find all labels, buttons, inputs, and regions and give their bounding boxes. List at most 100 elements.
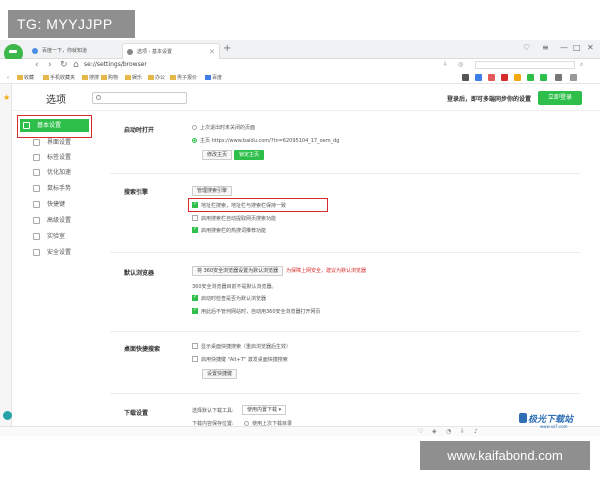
desktop-option-show[interactable]: 显示桌面快捷搜索（重启浏览器后生效）: [192, 343, 291, 351]
close-tab-icon[interactable]: ✕: [209, 44, 215, 60]
set-hotkey-button[interactable]: 设置快捷键: [202, 369, 238, 379]
bookmark-item[interactable]: 搜搜: [82, 74, 99, 82]
url-field[interactable]: se://settings/browser: [84, 60, 147, 70]
home-icon[interactable]: ⌂: [73, 59, 79, 71]
nav-item-gesture[interactable]: 鼠标手势: [30, 182, 100, 195]
extension-icon[interactable]: [527, 74, 534, 81]
extension-icon[interactable]: [555, 74, 562, 81]
nav-item-security[interactable]: 安全设置: [30, 246, 100, 259]
section-desktop-title: 桌面快捷搜索: [124, 346, 161, 353]
menu-icon[interactable]: ≡: [542, 43, 549, 52]
lock-homepage-button[interactable]: 锁定主页: [234, 150, 265, 160]
section-search-title: 搜索引擎: [124, 189, 149, 196]
section-divider: [110, 331, 580, 332]
gear-icon: [33, 217, 40, 224]
status-bar: [0, 426, 600, 436]
gear-icon: [127, 49, 133, 55]
default-browser-warning: 为保障上网安全，建议为默认浏览器: [286, 268, 367, 274]
bookmark-item[interactable]: 手机收藏夹: [43, 74, 75, 82]
radio-icon: [192, 125, 197, 130]
search-icon[interactable]: ⌕: [580, 60, 583, 70]
folder-icon: [101, 75, 107, 80]
settings-search-input[interactable]: [92, 92, 187, 104]
set-default-browser-button[interactable]: 将 360安全浏览器设置为默认浏览器: [192, 266, 284, 276]
rocket-icon: [33, 169, 40, 176]
toolbar-search-input[interactable]: [475, 61, 575, 69]
download-icon[interactable]: ⇩: [460, 428, 465, 435]
bookmark-item[interactable]: 娱乐: [125, 74, 142, 82]
radio-selected-icon: [192, 138, 197, 143]
nav-item-shortcuts[interactable]: 快捷键: [30, 198, 100, 211]
checkbox-icon: [192, 343, 198, 349]
back-icon[interactable]: ‹: [35, 59, 39, 71]
new-tab-icon[interactable]: +: [223, 43, 231, 54]
tab-settings[interactable]: 选项 - 基本设置 ✕: [122, 43, 220, 59]
bookmark-item[interactable]: 办公: [148, 74, 165, 82]
extension-icon[interactable]: [462, 74, 469, 81]
bookmark-item[interactable]: 收藏: [17, 74, 34, 82]
maximize-icon[interactable]: □: [573, 43, 581, 52]
highlight-box: [17, 115, 92, 138]
shield-icon[interactable]: ◈: [432, 428, 437, 435]
nav-item-speed[interactable]: 优化加速: [30, 166, 100, 179]
minimize-icon[interactable]: —: [560, 43, 568, 52]
checkbox-checked-icon: [192, 306, 198, 314]
download-tool-select[interactable]: 使用内置下载 ▾: [242, 405, 287, 415]
heart-icon[interactable]: ♡: [418, 428, 423, 435]
section-default-title: 默认浏览器: [124, 270, 155, 277]
sound-icon[interactable]: ♪: [474, 428, 478, 435]
section-startup-title: 启动时打开: [124, 127, 155, 134]
bookmark-item[interactable]: 男子报价: [170, 74, 197, 82]
refresh-icon[interactable]: ↻: [60, 59, 68, 71]
checkbox-icon: [192, 356, 198, 362]
search-option-hot[interactable]: 启用搜索栏的热搜词推荐功能: [192, 225, 266, 235]
download-tool-label: 选择默认下载工具:: [192, 408, 234, 414]
forward-icon[interactable]: ›: [48, 59, 52, 71]
nav-item-lab[interactable]: 实验室: [30, 230, 100, 243]
extension-icon[interactable]: [540, 74, 547, 81]
close-window-icon[interactable]: ✕: [587, 43, 594, 52]
skin-icon[interactable]: ♡: [523, 43, 530, 52]
manage-search-engines-button[interactable]: 管理搜索引擎: [192, 186, 233, 196]
flask-icon: [33, 233, 40, 240]
search-engine-icon[interactable]: ◎: [458, 60, 463, 70]
assistant-icon[interactable]: [3, 411, 12, 420]
nav-item-interface[interactable]: 界面设置: [30, 136, 100, 149]
startup-option-last[interactable]: 上次退出时未关闭的页面: [192, 124, 255, 132]
side-rail: [0, 84, 12, 426]
default-option-open[interactable]: 用此后不管何网站时，自动用360安全浏览器打开网页: [192, 306, 321, 316]
extension-icon[interactable]: [514, 74, 521, 81]
desktop-option-hotkey[interactable]: 启用快捷键 "Alt+T" 激发桌面快捷搜索: [192, 356, 288, 364]
bookmark-item[interactable]: 购物: [101, 74, 118, 82]
tab-baidu[interactable]: 百度一下，你就知道: [28, 43, 120, 59]
folder-icon: [170, 75, 176, 80]
tg-overlay-label: TG: MYYJJPP: [8, 10, 135, 38]
extension-icon[interactable]: [475, 74, 482, 81]
section-divider: [110, 252, 580, 253]
favorites-star-icon[interactable]: ★: [3, 93, 10, 102]
search-option-extract[interactable]: 启用搜索栏自动提取网页搜索功能: [192, 215, 276, 223]
section-divider: [110, 393, 580, 394]
speed-icon[interactable]: ◔: [446, 428, 451, 435]
mouse-icon: [33, 185, 40, 192]
extension-icon[interactable]: [488, 74, 495, 81]
login-button[interactable]: 立即登录: [538, 91, 582, 105]
nav-item-advanced[interactable]: 高级设置: [30, 214, 100, 227]
bookmark-arrow-icon[interactable]: ‹: [7, 74, 9, 82]
search-icon: [96, 95, 101, 100]
checkbox-icon: [192, 215, 198, 221]
download-icon[interactable]: ⇩: [443, 60, 448, 70]
folder-icon: [43, 75, 49, 80]
edit-homepage-button[interactable]: 修改主页: [202, 150, 233, 160]
section-divider: [110, 173, 580, 174]
extension-icon[interactable]: [501, 74, 508, 81]
nav-item-tabs[interactable]: 标签设置: [30, 151, 100, 164]
default-option-check[interactable]: 启动时检查是否为默认浏览器: [192, 293, 266, 303]
startup-option-home[interactable]: 主页 https://www.baidu.com/?tn=62095104_17…: [192, 137, 339, 145]
extension-icon[interactable]: [570, 74, 577, 81]
bookmark-item[interactable]: 百度: [205, 74, 222, 82]
highlight-box: [188, 198, 328, 212]
tab-icon: [33, 154, 40, 161]
shield-icon: [33, 249, 40, 256]
page-title: 选项: [46, 95, 66, 106]
